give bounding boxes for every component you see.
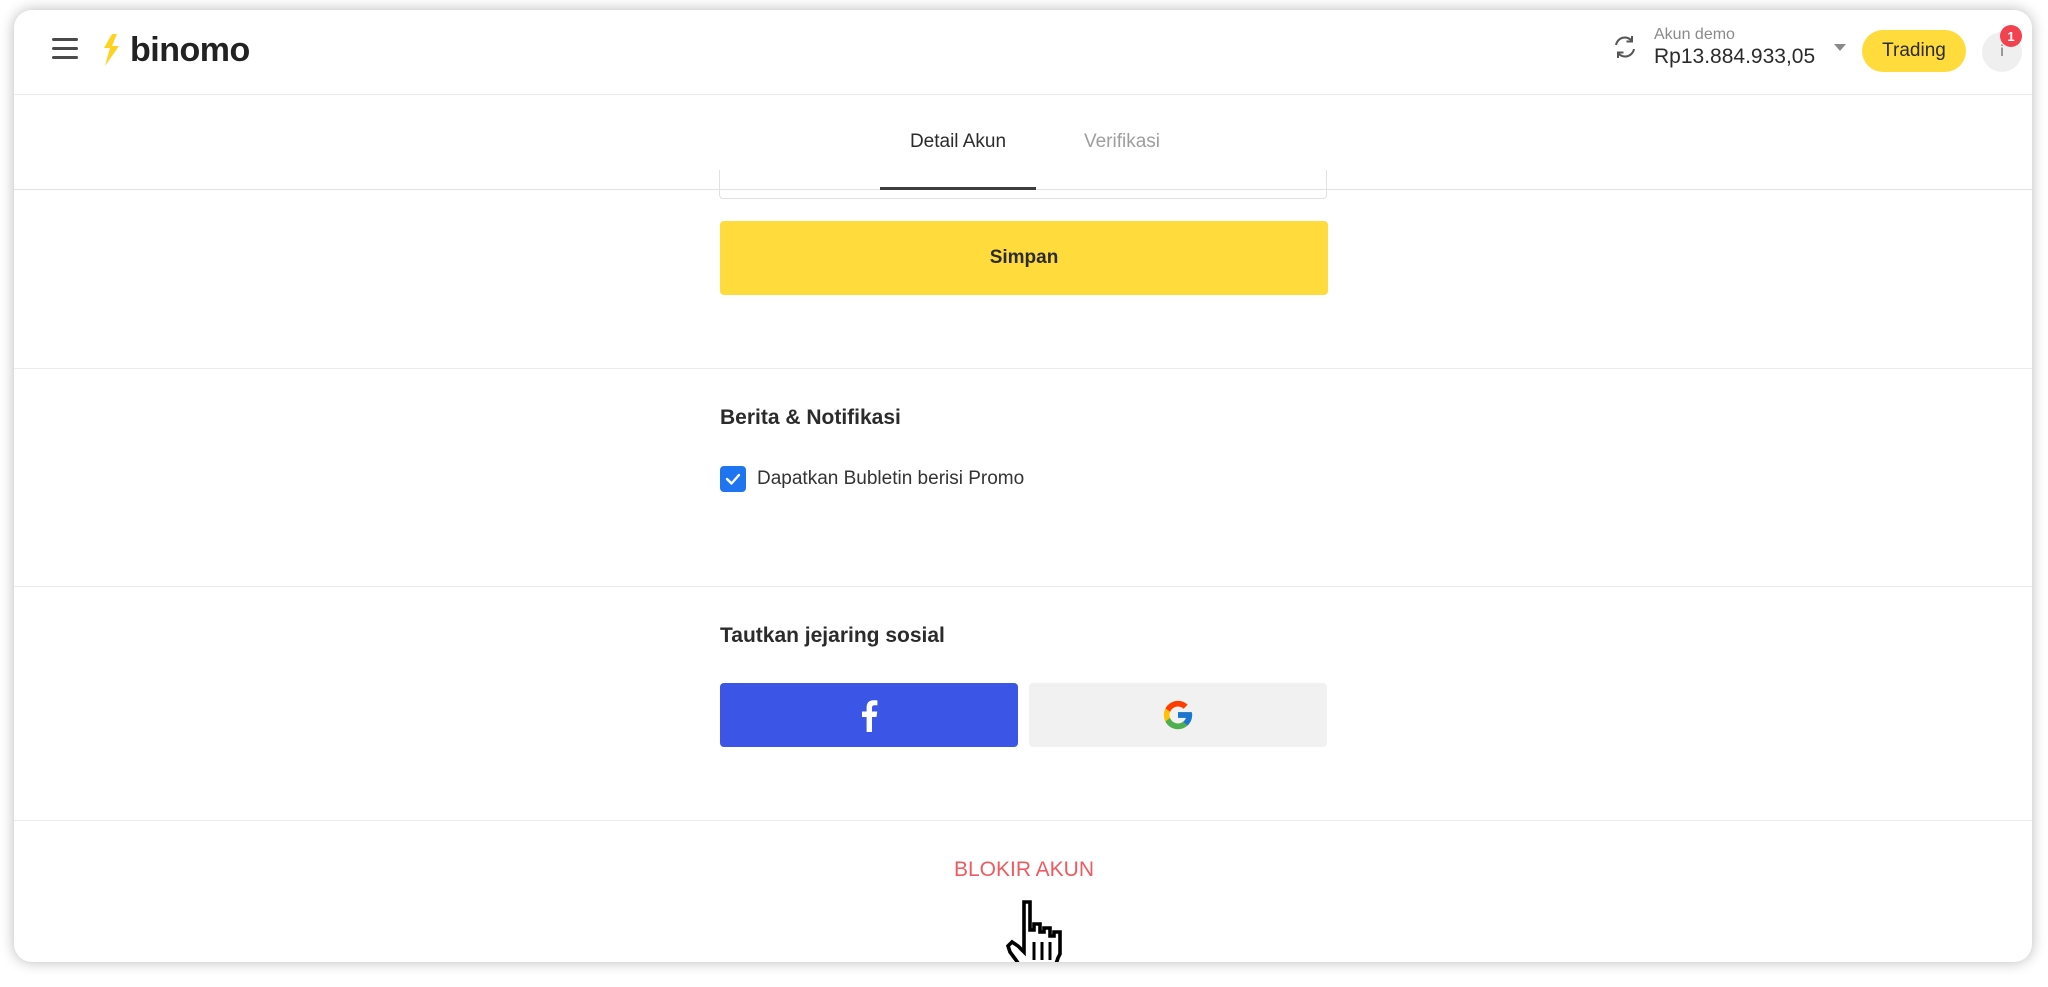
logo-text: binomo: [130, 30, 250, 69]
block-account-link[interactable]: BLOKIR AKUN: [914, 858, 1134, 882]
save-button[interactable]: Simpan: [720, 221, 1328, 295]
social-section-title: Tautkan jejaring sosial: [720, 624, 945, 647]
app-window: binomo Akun demo Rp13.884.933,05 Trading…: [14, 10, 2032, 962]
top-header: binomo Akun demo Rp13.884.933,05 Trading…: [14, 10, 2032, 95]
promo-checkbox[interactable]: [720, 466, 746, 492]
account-balance-selector[interactable]: Akun demo Rp13.884.933,05: [1654, 26, 1815, 70]
logo-bolt-icon: [104, 34, 119, 66]
chevron-down-icon[interactable]: [1834, 44, 1846, 51]
facebook-icon: [862, 700, 878, 732]
trading-button[interactable]: Trading: [1862, 30, 1966, 72]
facebook-link-button[interactable]: [720, 683, 1018, 747]
section-divider: [14, 368, 2032, 369]
promo-checkbox-label: Dapatkan Bubletin berisi Promo: [757, 468, 1025, 489]
google-link-button[interactable]: [1029, 683, 1327, 747]
hand-pointer-cursor-icon: [1005, 900, 1062, 962]
menu-icon[interactable]: [52, 38, 78, 60]
checkmark-icon: [725, 473, 741, 485]
input-field-partial[interactable]: [719, 170, 1327, 199]
section-divider: [14, 820, 2032, 821]
promo-newsletter-option[interactable]: Dapatkan Bubletin berisi Promo: [720, 465, 1024, 493]
balance-amount: Rp13.884.933,05: [1654, 45, 1816, 68]
news-section-title: Berita & Notifikasi: [720, 406, 901, 429]
section-divider: [14, 586, 2032, 587]
refresh-icon[interactable]: [1610, 32, 1640, 62]
google-icon: [1163, 700, 1193, 730]
binomo-logo[interactable]: binomo: [100, 28, 250, 72]
account-type-label: Akun demo: [1654, 26, 1735, 43]
notification-badge: 1: [2000, 25, 2022, 47]
